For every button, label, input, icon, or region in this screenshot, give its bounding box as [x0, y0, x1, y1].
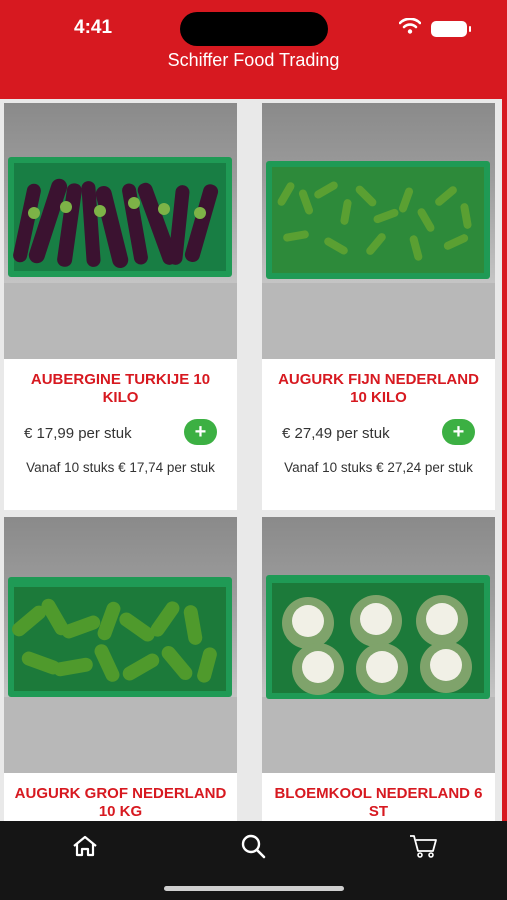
- scroll-indicator-stripe: [502, 99, 507, 821]
- app-title: Schiffer Food Trading: [167, 50, 340, 70]
- tab-search[interactable]: [233, 833, 273, 863]
- product-card[interactable]: AUGURK GROF NEDERLAND 10 KG: [4, 517, 237, 821]
- add-to-cart-button[interactable]: +: [184, 419, 217, 445]
- product-card[interactable]: BLOEMKOOL NEDERLAND 6 ST: [262, 517, 495, 821]
- product-price: € 17,99 per stuk: [24, 425, 132, 442]
- camera-notch: [180, 12, 328, 46]
- cart-icon: [408, 833, 438, 864]
- add-to-cart-button[interactable]: +: [442, 419, 475, 445]
- tab-cart[interactable]: [403, 833, 443, 863]
- product-name[interactable]: AUBERGINE TURKIJE 10 KILO: [12, 371, 229, 407]
- product-name[interactable]: BLOEMKOOL NEDERLAND 6 ST: [270, 785, 487, 821]
- tab-home[interactable]: [65, 833, 105, 863]
- status-icons: [398, 17, 471, 39]
- product-photo-augurk-grof[interactable]: [4, 517, 237, 773]
- app-header: 4:41 Schiffer Food Trading: [0, 0, 507, 99]
- product-photo-bloemkool[interactable]: [262, 517, 495, 773]
- search-icon: [240, 833, 266, 864]
- product-photo-aubergine[interactable]: [4, 103, 237, 359]
- tier-price: Vanaf 10 stuks € 17,74 per stuk: [26, 460, 215, 475]
- battery-icon: [431, 20, 471, 37]
- product-card[interactable]: AUGURK FIJN NEDERLAND 10 KILO € 27,49 pe…: [262, 103, 495, 510]
- home-icon: [71, 834, 99, 863]
- status-time: 4:41: [74, 17, 113, 38]
- tier-price: Vanaf 10 stuks € 27,24 per stuk: [284, 460, 473, 475]
- product-grid[interactable]: AUBERGINE TURKIJE 10 KILO € 17,99 per st…: [0, 99, 507, 821]
- product-photo-augurk-fijn[interactable]: [262, 103, 495, 359]
- product-name[interactable]: AUGURK GROF NEDERLAND 10 KG: [12, 785, 229, 821]
- product-name[interactable]: AUGURK FIJN NEDERLAND 10 KILO: [270, 371, 487, 407]
- home-indicator: [164, 886, 344, 891]
- product-card[interactable]: AUBERGINE TURKIJE 10 KILO € 17,99 per st…: [4, 103, 237, 510]
- wifi-icon: [398, 17, 422, 39]
- product-price: € 27,49 per stuk: [282, 425, 390, 442]
